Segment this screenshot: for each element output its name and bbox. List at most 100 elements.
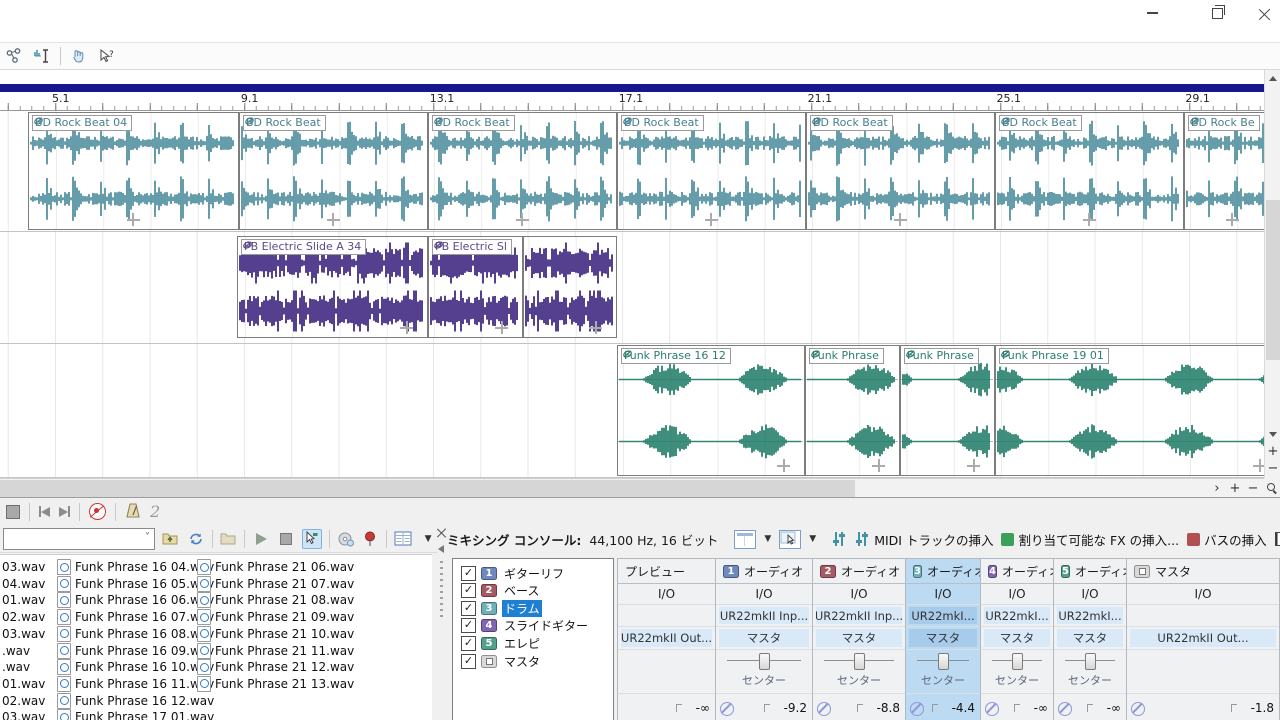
file-list-item[interactable]: Funk Phrase 17 01.wav xyxy=(57,709,214,720)
mute-indicator-icon[interactable] xyxy=(1058,702,1072,716)
clip-label[interactable]: BD Rock Beat 04 xyxy=(32,115,132,131)
record-device-button[interactable] xyxy=(361,530,379,548)
go-to-start-button[interactable] xyxy=(39,506,50,517)
track-list-item[interactable]: ✓2ベース xyxy=(461,583,541,599)
track-visible-checkbox[interactable]: ✓ xyxy=(461,566,476,581)
file-list-item[interactable]: Funk Phrase 16 11.wav xyxy=(57,676,214,692)
close-button[interactable] xyxy=(1247,2,1280,24)
chevron-down-icon[interactable]: ▼ xyxy=(764,534,771,544)
input-selector[interactable]: UR22mkII Inp... xyxy=(816,607,902,624)
input-selector[interactable]: UR22mkII Inp... xyxy=(719,607,809,624)
clip-label[interactable]: BD Rock Beat xyxy=(621,115,704,131)
file-list-item[interactable]: 03.wav xyxy=(2,559,45,575)
track-visible-checkbox[interactable]: ✓ xyxy=(461,601,476,616)
mute-indicator-icon[interactable] xyxy=(985,702,999,716)
output-selector[interactable]: マスタ xyxy=(1057,629,1123,647)
preview-stop-button[interactable] xyxy=(277,530,295,548)
audio-clip[interactable]: BD Rock Beat xyxy=(428,112,617,230)
track-visible-checkbox[interactable]: ✓ xyxy=(461,654,476,669)
file-list-item[interactable]: Funk Phrase 16 06.wav xyxy=(57,592,214,608)
file-list-item[interactable]: Funk Phrase 16 04.wav xyxy=(57,559,214,575)
new-folder-button[interactable] xyxy=(220,530,238,548)
go-to-end-button[interactable] xyxy=(59,506,70,517)
clip-label[interactable]: Funk Phrase 16 12 xyxy=(621,348,731,364)
pan-slider-handle[interactable] xyxy=(759,653,770,670)
v-zoom-out-button[interactable]: − xyxy=(1265,460,1280,476)
input-selector[interactable]: UR22mkI... xyxy=(1057,607,1123,624)
metronome-toggle[interactable] xyxy=(125,502,141,522)
clip-move-handle[interactable] xyxy=(705,213,718,226)
burn-disc-button[interactable] xyxy=(337,530,355,548)
horizontal-scrollbar-thumb[interactable] xyxy=(0,480,855,497)
clip-move-handle[interactable] xyxy=(327,213,340,226)
clip-label[interactable]: BD Rock Beat xyxy=(432,115,515,131)
clip-label[interactable]: BD Rock Beat xyxy=(243,115,326,131)
strip-header[interactable]: 3オーディオ xyxy=(906,559,980,584)
audio-clip[interactable]: BD Rock Beat xyxy=(239,112,428,230)
minimize-button[interactable] xyxy=(1135,2,1169,24)
mute-indicator-icon[interactable] xyxy=(1131,702,1145,716)
track-name[interactable]: エレピ xyxy=(502,635,542,652)
scroll-down-button[interactable] xyxy=(1265,426,1280,442)
clip-move-handle[interactable] xyxy=(516,213,529,226)
list-view-dropdown[interactable]: ▼ xyxy=(419,530,437,548)
record-button[interactable] xyxy=(89,503,106,520)
volume-value[interactable]: -1.8 xyxy=(1251,701,1274,715)
file-list-item[interactable]: Funk Phrase 21 07.wav xyxy=(197,576,354,592)
input-selector[interactable]: UR22mkI... xyxy=(984,607,1050,624)
clip-move-handle[interactable] xyxy=(1083,213,1096,226)
file-list-item[interactable]: 03.wav xyxy=(2,709,45,720)
wave-edit-tool-button[interactable] xyxy=(32,46,52,66)
clip-label[interactable]: Funk Phrase xyxy=(809,348,884,364)
folder-up-button[interactable] xyxy=(162,530,180,548)
track-name[interactable]: ベース xyxy=(502,582,541,599)
insert-assignable-fx-button[interactable]: 割り当て可能な FX の挿入... xyxy=(1001,530,1179,549)
clip-label[interactable]: BD Rock Beat xyxy=(810,115,893,131)
mixer-collapse-button[interactable] xyxy=(438,545,444,553)
vertical-scrollbar-thumb[interactable] xyxy=(1266,200,1280,360)
mute-indicator-icon[interactable] xyxy=(817,702,831,716)
clip-move-handle[interactable] xyxy=(872,459,885,472)
preview-play-button[interactable] xyxy=(252,530,270,548)
v-zoom-in-button[interactable]: + xyxy=(1265,443,1280,459)
audio-clip[interactable]: PB Electric Slide A 34 xyxy=(237,236,428,338)
file-list-item[interactable]: 01.wav xyxy=(2,676,45,692)
file-list-item[interactable]: 02.wav xyxy=(2,609,45,625)
chevron-down-icon[interactable]: ▼ xyxy=(809,534,816,544)
output-selector[interactable]: UR22mkII Out... xyxy=(621,629,712,647)
volume-value[interactable]: -∞ xyxy=(1107,701,1121,715)
timeline-ruler[interactable]: 5.19.113.117.121.125.129.1 xyxy=(0,92,1264,111)
volume-value[interactable]: -8.8 xyxy=(877,701,900,715)
strip-header[interactable]: 5オーディオ xyxy=(1054,559,1126,584)
node-tool-button[interactable] xyxy=(4,46,24,66)
file-list-item[interactable]: .wav xyxy=(2,643,30,659)
insert-midi-track-button[interactable]: MIDI トラックの挿入 xyxy=(855,530,993,549)
mixer-view-button[interactable] xyxy=(734,530,756,549)
file-list-item[interactable]: Funk Phrase 21 06.wav xyxy=(197,559,354,575)
vertical-scrollbar[interactable]: + − xyxy=(1264,70,1280,478)
audio-clip[interactable] xyxy=(523,236,617,338)
clip-move-handle[interactable] xyxy=(400,321,413,334)
file-list-item[interactable]: Funk Phrase 16 12.wav xyxy=(57,693,214,709)
file-list-item[interactable]: .wav xyxy=(2,659,30,675)
volume-value[interactable]: -∞ xyxy=(696,701,710,715)
track-name[interactable]: ドラム xyxy=(502,600,542,617)
file-list-item[interactable]: 04.wav xyxy=(2,576,45,592)
audio-clip[interactable]: BD Rock Beat xyxy=(995,112,1184,230)
clip-label[interactable]: BD Rock Beat xyxy=(999,115,1082,131)
clip-label[interactable]: Funk Phrase 19 01 xyxy=(999,348,1109,364)
strip-header[interactable]: 2オーディオ xyxy=(813,559,905,584)
file-list-item[interactable]: Funk Phrase 21 08.wav xyxy=(197,592,354,608)
clip-move-handle[interactable] xyxy=(495,321,508,334)
volume-value[interactable]: -9.2 xyxy=(784,701,807,715)
file-list-item[interactable]: Funk Phrase 21 09.wav xyxy=(197,609,354,625)
track-list-item[interactable]: ✓マスタ xyxy=(461,653,542,669)
file-list-item[interactable]: Funk Phrase 21 11.wav xyxy=(197,643,354,659)
file-list-item[interactable]: Funk Phrase 21 12.wav xyxy=(197,659,354,675)
scroll-right-button[interactable]: › xyxy=(1208,480,1226,497)
insert-audio-track-button[interactable] xyxy=(832,531,847,547)
clip-move-handle[interactable] xyxy=(589,321,602,334)
insert-bus-button[interactable]: バスの挿入 xyxy=(1187,530,1267,549)
browser-path-combobox[interactable]: ˅ xyxy=(3,528,155,550)
track-list-item[interactable]: ✓4スライドギター xyxy=(461,618,590,634)
